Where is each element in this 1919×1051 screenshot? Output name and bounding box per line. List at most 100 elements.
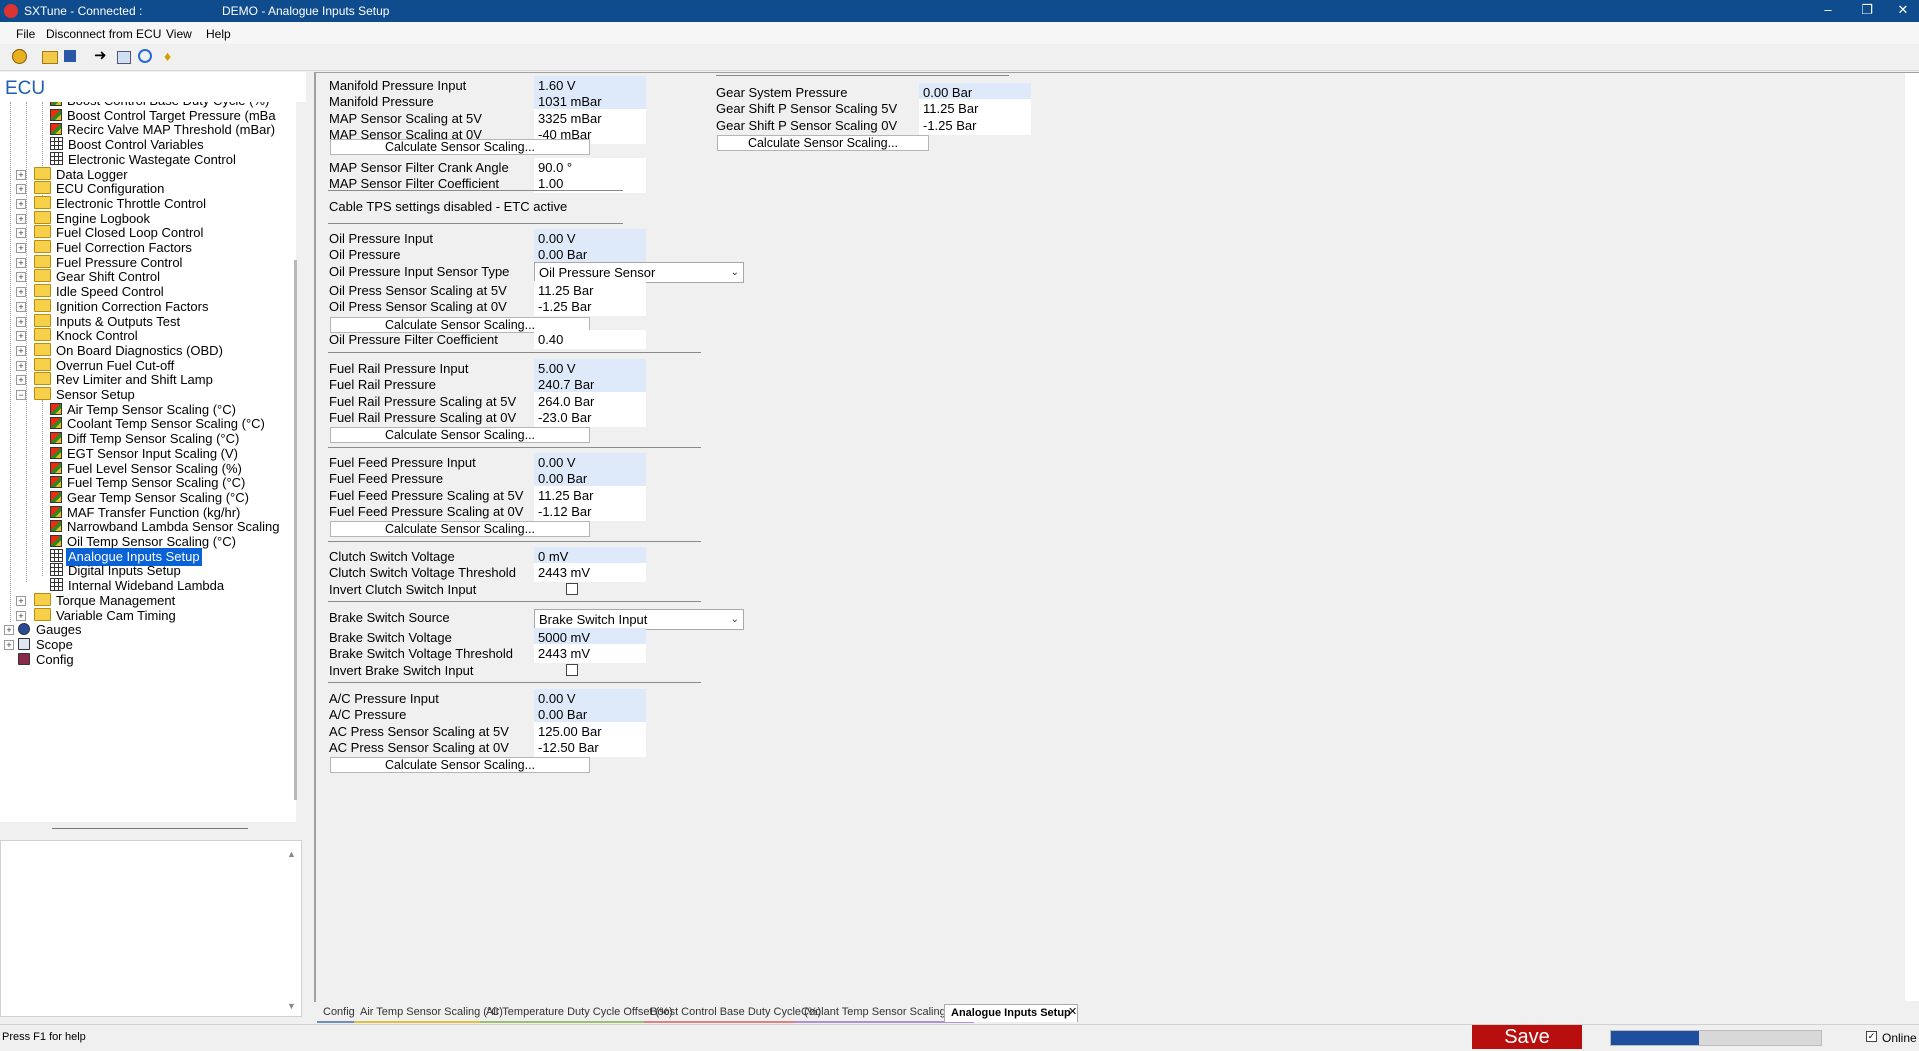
oil-input-label: Oil Pressure Input	[329, 231, 434, 246]
connect-icon[interactable]	[12, 49, 27, 64]
expand-icon[interactable]: +	[16, 243, 26, 253]
bell-icon[interactable]: ♦	[164, 49, 180, 65]
section-divider	[716, 75, 1009, 76]
gear-row-2-value[interactable]: -1.25 Bar	[919, 115, 1031, 135]
tree-root-config[interactable]: Config	[18, 651, 76, 669]
progress-bar	[1610, 1030, 1822, 1046]
folder-icon	[34, 284, 51, 298]
expand-icon[interactable]: +	[16, 316, 26, 327]
tree-scrollbar[interactable]	[294, 260, 297, 800]
expand-icon[interactable]: +	[16, 595, 26, 606]
online-checkbox[interactable]: ✓	[1866, 1031, 1877, 1042]
close-button[interactable]: ✕	[1888, 2, 1918, 18]
expand-icon[interactable]: +	[16, 184, 26, 195]
fuel-feed-row-3-value[interactable]: -1.12 Bar	[534, 501, 646, 521]
section-divider	[328, 223, 623, 224]
search-icon[interactable]	[138, 49, 152, 63]
expand-icon[interactable]: +	[16, 272, 26, 283]
expand-icon[interactable]: +	[16, 198, 26, 209]
oil-sensor-type-select[interactable]: Oil Pressure Sensor ⌄	[534, 262, 744, 283]
map-cube-icon	[50, 505, 62, 518]
tree-guide-line	[26, 102, 27, 582]
expand-icon[interactable]: +	[16, 375, 26, 386]
folder-icon	[34, 269, 51, 283]
open-folder-icon[interactable]	[42, 51, 58, 64]
main-scrollbar[interactable]	[1905, 73, 1919, 1001]
folder-icon	[34, 298, 51, 312]
brake-invert-label: Invert Brake Switch Input	[329, 663, 474, 678]
ecu-panel-header: ECU	[0, 72, 306, 102]
clutch-threshold-value[interactable]: 2443 mV	[534, 563, 646, 582]
map-row-1-label: Manifold Pressure	[329, 94, 434, 110]
expand-icon[interactable]: +	[16, 213, 26, 224]
expand-icon[interactable]: +	[16, 301, 26, 312]
ac-row-3-value[interactable]: -12.50 Bar	[534, 737, 646, 757]
brake-threshold-label: Brake Switch Voltage Threshold	[329, 646, 514, 661]
expand-icon[interactable]: +	[4, 625, 14, 636]
clutch-invert-checkbox[interactable]	[566, 583, 578, 595]
save-button[interactable]: Save	[1472, 1025, 1582, 1049]
collapse-icon[interactable]: −	[16, 390, 26, 400]
map-cube-icon	[50, 417, 62, 430]
menu-disconnect[interactable]: Disconnect from ECU	[46, 27, 161, 41]
expand-icon[interactable]: +	[16, 287, 26, 298]
oil-filter-value[interactable]: 0.40	[534, 330, 646, 349]
minimize-button[interactable]: ‒	[1813, 2, 1843, 17]
title-bar: SXTune - Connected : DEMO - Analogue Inp…	[0, 0, 1919, 22]
brake-source-label: Brake Switch Source	[329, 610, 450, 625]
map-cube-icon	[50, 520, 62, 533]
map-row-0-label: Manifold Pressure Input	[329, 78, 467, 93]
panel-splitter[interactable]	[52, 828, 248, 829]
section-divider	[328, 447, 701, 448]
map-cube-icon	[50, 535, 62, 547]
table-icon	[50, 137, 63, 151]
restore-button[interactable]: ❐	[1852, 2, 1882, 18]
tab-close-icon[interactable]: ✕	[1068, 1005, 1077, 1018]
copy-icon[interactable]	[117, 51, 131, 64]
arrow-right-icon[interactable]: ➜	[94, 48, 110, 65]
folder-icon	[34, 166, 51, 180]
scope-icon	[18, 637, 30, 650]
expand-icon[interactable]: +	[4, 639, 14, 650]
tab-5[interactable]: Analogue Inputs Setup	[944, 1004, 1078, 1022]
menu-help[interactable]: Help	[206, 27, 231, 41]
expand-icon[interactable]: +	[16, 257, 26, 268]
expand-icon[interactable]: +	[16, 228, 26, 239]
expand-icon[interactable]: +	[16, 345, 26, 356]
brake-threshold-value[interactable]: 2443 mV	[534, 644, 646, 663]
fuel-rail-row-3-label: Fuel Rail Pressure Scaling at 0V	[329, 409, 517, 425]
menu-view[interactable]: View	[166, 27, 192, 41]
ecu-tree[interactable]: Boost Control Base Duty Cycle (%)Boost C…	[0, 102, 296, 822]
fuel-feed-calc-scaling-button[interactable]: Calculate Sensor Scaling...	[330, 521, 590, 537]
brake-source-select[interactable]: Brake Switch Input ⌄	[534, 609, 744, 630]
properties-panel: ▲ ▼	[0, 840, 302, 1017]
folder-icon	[34, 357, 51, 371]
app-title: SXTune - Connected :	[24, 4, 143, 18]
expand-icon[interactable]: +	[16, 360, 26, 371]
fuel-rail-row-3-value[interactable]: -23.0 Bar	[534, 407, 646, 427]
folder-icon	[34, 328, 51, 342]
brake-invert-checkbox[interactable]	[566, 664, 578, 676]
menu-file[interactable]: File	[16, 27, 35, 41]
chevron-down-icon: ⌄	[730, 614, 739, 625]
map-calc-scaling-button[interactable]: Calculate Sensor Scaling...	[330, 139, 590, 155]
oil-scale0-value[interactable]: -1.25 Bar	[534, 297, 646, 316]
map-cube-icon	[50, 402, 62, 415]
gear-row-2-label: Gear Shift P Sensor Scaling 0V	[716, 117, 898, 133]
folder-icon	[34, 313, 51, 327]
section-divider	[328, 682, 701, 683]
map-cube-icon	[50, 432, 62, 445]
ac-calc-scaling-button[interactable]: Calculate Sensor Scaling...	[330, 757, 590, 773]
document-tabs: Config Air Temp Sensor Scaling (°C) Air Te…	[314, 1002, 1919, 1023]
expand-icon[interactable]: +	[16, 331, 26, 342]
expand-icon[interactable]: +	[16, 610, 26, 621]
scroll-up-icon[interactable]: ▲	[287, 849, 296, 859]
scroll-down-icon[interactable]: ▼	[287, 1001, 296, 1011]
save-icon[interactable]	[64, 50, 76, 62]
folder-icon	[34, 225, 51, 239]
fuel-rail-calc-scaling-button[interactable]: Calculate Sensor Scaling...	[330, 427, 590, 443]
expand-icon[interactable]: +	[16, 169, 26, 180]
map-cube-icon	[50, 490, 62, 503]
menu-bar: File Disconnect from ECU View Help	[0, 22, 1919, 44]
gear-calc-scaling-button[interactable]: Calculate Sensor Scaling...	[717, 135, 929, 151]
